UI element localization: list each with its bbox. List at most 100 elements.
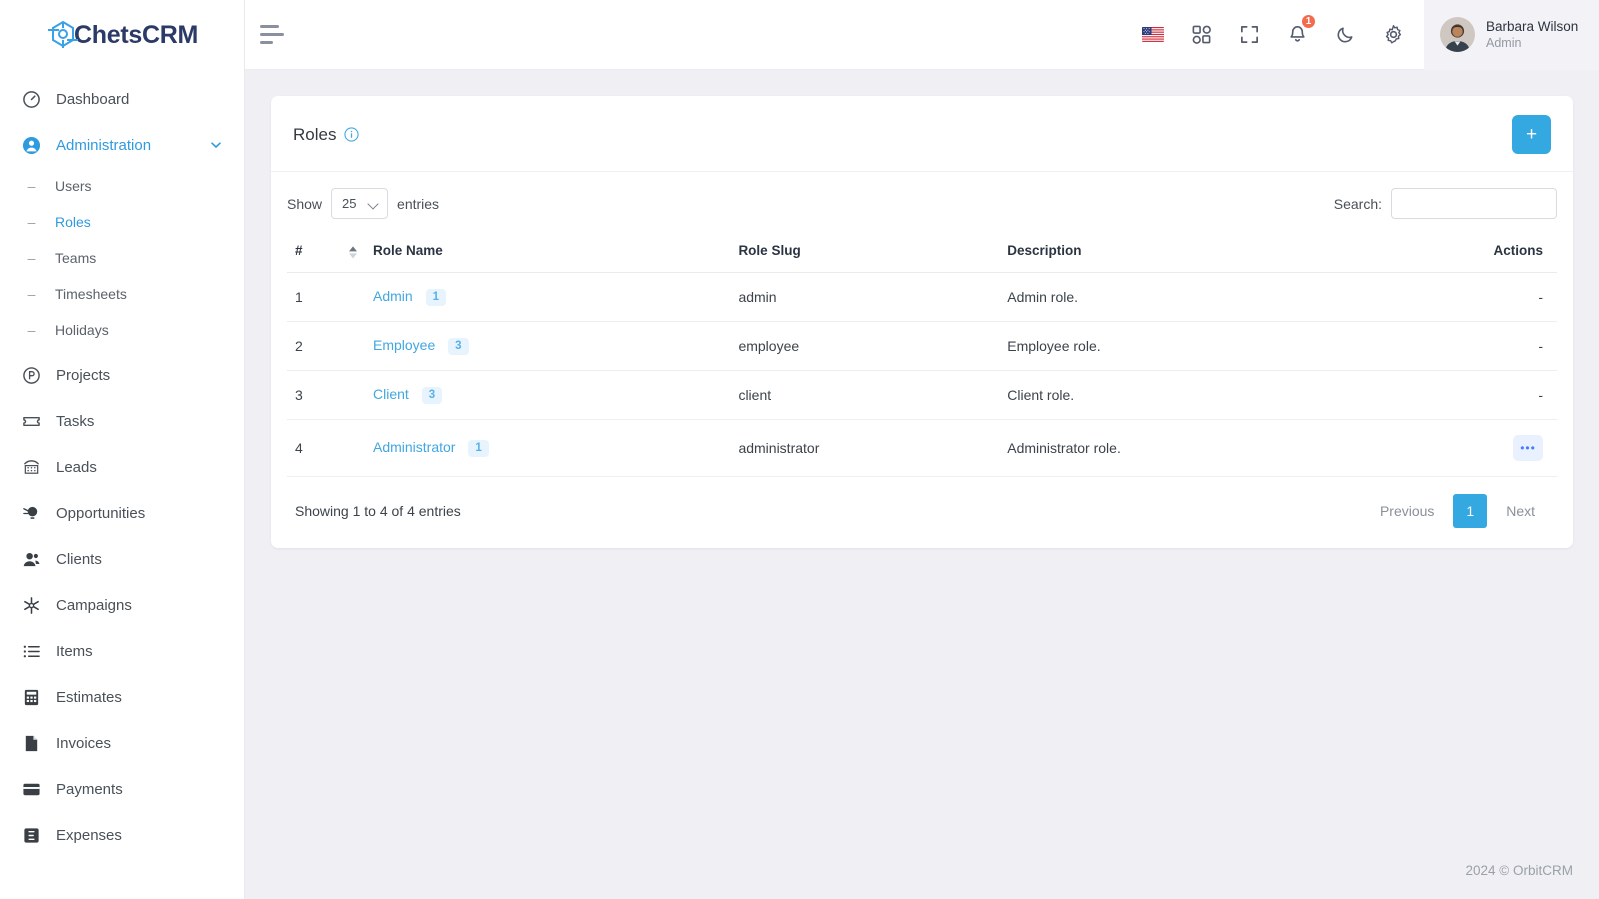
cell-description: Client role. [999, 370, 1359, 421]
sidebar-item-timesheets[interactable]: – Timesheets [0, 276, 244, 312]
cell-role-slug: employee [730, 321, 1000, 372]
sidebar-item-expenses[interactable]: Expenses [0, 812, 244, 858]
sidebar-item-users[interactable]: – Users [0, 168, 244, 204]
cell-number: 3 [287, 370, 339, 421]
page-footer: 2024 © OrbitCRM [245, 841, 1599, 899]
app-root: ChetsCRM Dashboard Administration – User… [0, 0, 1599, 899]
role-name-link[interactable]: Administrator [373, 439, 455, 455]
pagination: Previous 1 Next [1366, 494, 1549, 529]
sidebar-item-holidays[interactable]: – Holidays [0, 312, 244, 348]
notification-bell-icon[interactable]: 1 [1284, 12, 1317, 48]
users-icon [22, 550, 41, 569]
table-row[interactable]: 1 Admin 1 admin Admin role. - [287, 272, 1557, 323]
apps-grid-icon[interactable] [1188, 22, 1214, 48]
credit-card-icon [22, 780, 41, 799]
dash-bullet-icon: – [27, 250, 36, 266]
cell-sort-spacer [339, 272, 365, 323]
sidebar-item-projects[interactable]: Projects [0, 352, 244, 398]
sidebar-subitem-label: Roles [55, 214, 91, 230]
info-circle-icon[interactable] [344, 127, 360, 142]
dark-mode-moon-icon[interactable] [1332, 22, 1358, 48]
sidebar-item-teams[interactable]: – Teams [0, 240, 244, 276]
bulb-icon [22, 504, 41, 523]
sidebar-item-label: Expenses [56, 826, 122, 844]
sidebar-item-label: Opportunities [56, 504, 146, 522]
cell-number: 2 [287, 321, 339, 372]
sidebar-item-invoices[interactable]: Invoices [0, 720, 244, 766]
page-title: Roles [293, 124, 337, 144]
language-flag-icon[interactable] [1140, 22, 1166, 48]
column-header-role-name[interactable]: Role Name [365, 233, 731, 273]
column-header-number[interactable]: # [287, 233, 339, 273]
calculator-icon [22, 688, 41, 707]
search-input[interactable] [1391, 188, 1557, 219]
sidebar-subitem-label: Timesheets [55, 286, 127, 302]
cell-actions: - [1358, 321, 1557, 372]
search-control: Search: [1334, 188, 1557, 219]
role-name-link[interactable]: Employee [373, 337, 435, 353]
role-name-link[interactable]: Client [373, 386, 409, 402]
cell-role-name: Client 3 [365, 370, 731, 421]
page-title-wrap: Roles [293, 124, 360, 145]
sidebar-item-estimates[interactable]: Estimates [0, 674, 244, 720]
sidebar-item-opportunities[interactable]: Opportunities [0, 490, 244, 536]
user-profile-menu[interactable]: Barbara Wilson Admin [1424, 0, 1599, 70]
asterisk-icon [22, 596, 41, 615]
role-name-link[interactable]: Admin [373, 288, 413, 304]
page-length-control: Show 25 entries [287, 188, 439, 219]
gauge-icon [22, 90, 41, 109]
pagination-next[interactable]: Next [1492, 495, 1549, 527]
sidebar-item-leads[interactable]: Leads [0, 444, 244, 490]
table-header-row: # Role Name Role Slug Description Action… [287, 233, 1557, 273]
table-info-text: Showing 1 to 4 of 4 entries [295, 503, 461, 520]
content-area: Roles + Show 25 entries Search: # Role N… [245, 70, 1599, 841]
sidebar-item-clients[interactable]: Clients [0, 536, 244, 582]
sidebar-item-dashboard[interactable]: Dashboard [0, 76, 244, 122]
table-head: # Role Name Role Slug Description Action… [287, 233, 1557, 273]
topbar-icons: 1 [1140, 12, 1424, 48]
sidebar-subitem-label: Users [55, 178, 92, 194]
main-area: 1 Barbara Wilson Admin Roles + Show 25 e… [245, 0, 1599, 899]
cell-description: Administrator role. [999, 419, 1359, 478]
topbar: 1 Barbara Wilson Admin [245, 0, 1599, 70]
cell-sort-spacer [339, 370, 365, 421]
table-row[interactable]: 4 Administrator 1 administrator Administ… [287, 419, 1557, 478]
sidebar-item-campaigns[interactable]: Campaigns [0, 582, 244, 628]
cell-role-slug: administrator [730, 419, 1000, 478]
cell-number: 4 [287, 419, 339, 478]
sidebar-item-label: Clients [56, 550, 102, 568]
settings-gear-icon[interactable] [1380, 22, 1406, 48]
cell-actions: ••• [1358, 419, 1557, 478]
hamburger-icon[interactable] [245, 0, 299, 70]
fullscreen-icon[interactable] [1236, 22, 1262, 48]
pagination-previous[interactable]: Previous [1366, 495, 1448, 527]
cell-number: 1 [287, 272, 339, 323]
cell-role-slug: admin [730, 272, 1000, 323]
show-label: Show [287, 195, 323, 212]
page-length-select[interactable]: 25 [331, 188, 389, 219]
profile-role: Admin [1486, 36, 1522, 51]
dash-bullet-icon: – [27, 178, 36, 194]
add-role-button[interactable]: + [1512, 115, 1551, 154]
sidebar-item-label: Campaigns [56, 596, 132, 614]
sort-arrows-icon [349, 245, 357, 258]
sidebar-item-items[interactable]: Items [0, 628, 244, 674]
row-actions-menu-button[interactable]: ••• [1513, 435, 1543, 462]
brand-logo[interactable]: ChetsCRM [0, 0, 244, 70]
sidebar-item-administration[interactable]: Administration [0, 122, 244, 168]
table-row[interactable]: 3 Client 3 client Client role. - [287, 370, 1557, 421]
cell-role-name: Employee 3 [365, 321, 731, 372]
sidebar-item-roles[interactable]: – Roles [0, 204, 244, 240]
sidebar-item-tasks[interactable]: Tasks [0, 398, 244, 444]
sidebar-subitem-label: Holidays [55, 322, 109, 338]
column-header-role-slug[interactable]: Role Slug [730, 233, 1000, 273]
pagination-page-1[interactable]: 1 [1453, 494, 1488, 529]
cell-actions: - [1358, 272, 1557, 323]
ticket-icon [22, 412, 41, 431]
dash-bullet-icon: – [27, 286, 36, 302]
column-sort-number[interactable] [339, 233, 365, 273]
table-row[interactable]: 2 Employee 3 employee Employee role. - [287, 321, 1557, 372]
sidebar-item-payments[interactable]: Payments [0, 766, 244, 812]
avatar [1440, 17, 1475, 52]
column-header-description[interactable]: Description [999, 233, 1359, 273]
